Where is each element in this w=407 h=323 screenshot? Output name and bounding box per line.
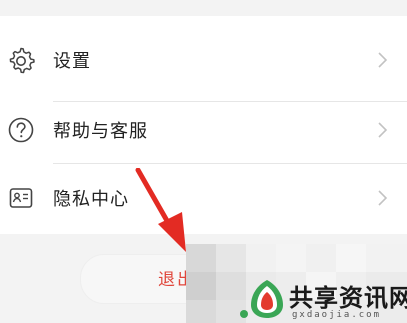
help-circle-icon — [6, 115, 36, 145]
watermark-url: gxdaojia.com — [292, 310, 382, 320]
menu-item-privacy[interactable]: 隐私中心 — [0, 168, 407, 228]
divider — [53, 163, 407, 164]
chevron-right-icon — [378, 52, 388, 68]
chevron-right-icon — [378, 190, 388, 206]
gear-icon — [6, 45, 36, 75]
chevron-right-icon — [378, 122, 388, 138]
privacy-card-icon — [6, 183, 36, 213]
menu-item-help[interactable]: 帮助与客服 — [0, 100, 407, 160]
menu-card: 设置 帮助与客服 隐私中心 — [0, 16, 407, 234]
menu-item-label: 隐私中心 — [53, 189, 129, 210]
menu-item-label: 设置 — [53, 51, 91, 72]
menu-item-label: 帮助与客服 — [53, 121, 148, 142]
watermark-text: 共享资讯网 — [289, 283, 407, 312]
status-dot — [240, 310, 248, 318]
annotation-arrow-icon — [135, 168, 186, 252]
watermark: 共享资讯网 gxdaojia.com — [240, 276, 407, 323]
menu-item-settings[interactable]: 设置 — [0, 30, 407, 90]
settings-page: 设置 帮助与客服 隐私中心 退出 共享资讯网 gxdaojia.com — [0, 0, 407, 323]
watermark-logo-icon — [251, 280, 283, 318]
